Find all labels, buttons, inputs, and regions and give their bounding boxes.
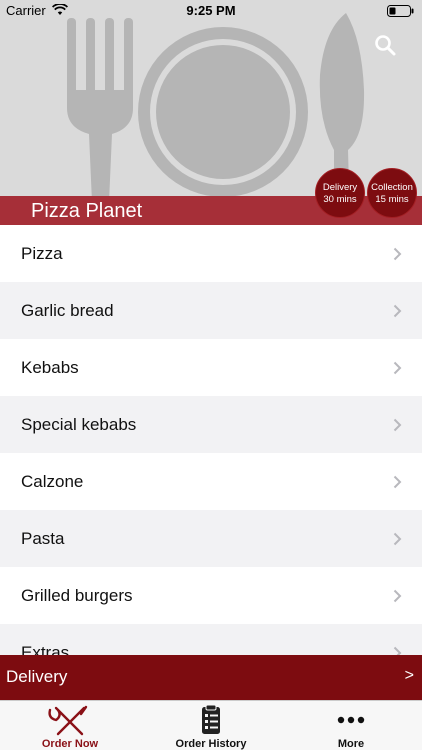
- menu-item-extras[interactable]: Extras: [0, 624, 422, 655]
- menu-item-label: Grilled burgers: [21, 586, 133, 605]
- menu-item-label: Kebabs: [21, 358, 79, 377]
- menu-item-label: Garlic bread: [21, 301, 114, 320]
- delivery-mode-bar[interactable]: Delivery >: [0, 655, 422, 700]
- chevron-right-icon: [393, 532, 402, 546]
- chevron-right-icon: [393, 361, 402, 375]
- tab-order-history[interactable]: Order History: [141, 701, 281, 750]
- delivery-badge-label: Delivery: [322, 182, 358, 193]
- clipboard-list-icon: [202, 704, 220, 734]
- delivery-badge-time: 30 mins: [323, 194, 357, 205]
- tab-bar: Order Now Order History More: [0, 700, 422, 750]
- restaurant-name: Pizza Planet: [31, 200, 143, 222]
- menu-item-label: Extras: [21, 643, 70, 655]
- menu-category-list[interactable]: Pizza Garlic bread Kebabs Special kebabs…: [0, 225, 422, 655]
- tab-more[interactable]: More: [281, 701, 421, 750]
- menu-item-calzone[interactable]: Calzone: [0, 453, 422, 510]
- status-time: 9:25 PM: [186, 3, 236, 18]
- search-icon: [375, 35, 396, 56]
- fork-illustration: [67, 18, 133, 225]
- chevron-right-icon: [393, 418, 402, 432]
- chevron-right-icon: [393, 475, 402, 489]
- fork-knife-icon: [48, 705, 88, 736]
- menu-item-label: Special kebabs: [21, 415, 137, 434]
- chevron-right-icon: [393, 304, 402, 318]
- menu-item-label: Pizza: [21, 244, 63, 263]
- menu-item-special-kebabs[interactable]: Special kebabs: [0, 396, 422, 453]
- collection-badge-label: Collection: [371, 182, 413, 193]
- search-button[interactable]: [373, 33, 397, 57]
- menu-item-grilled-burgers[interactable]: Grilled burgers: [0, 567, 422, 624]
- delivery-mode-label: Delivery: [6, 667, 68, 686]
- menu-item-garlic-bread[interactable]: Garlic bread: [0, 282, 422, 339]
- tab-order-now[interactable]: Order Now: [0, 701, 140, 750]
- menu-item-pasta[interactable]: Pasta: [0, 510, 422, 567]
- tab-order-now-label: Order Now: [41, 738, 99, 750]
- collection-time-badge: Collection 15 mins: [367, 168, 417, 218]
- menu-item-label: Calzone: [21, 472, 84, 491]
- chevron-right-icon: [393, 589, 402, 603]
- ellipsis-icon: [337, 716, 365, 724]
- status-bar: Carrier 9:25 PM: [0, 0, 422, 22]
- battery-icon: [387, 5, 414, 17]
- menu-item-pizza[interactable]: Pizza: [0, 225, 422, 282]
- delivery-arrow-icon: >: [404, 667, 414, 684]
- collection-badge-time: 15 mins: [375, 194, 409, 205]
- chevron-right-icon: [393, 646, 402, 655]
- plate-illustration: [138, 27, 308, 197]
- delivery-time-badge: Delivery 30 mins: [315, 168, 365, 218]
- tab-more-label: More: [337, 738, 365, 750]
- tab-order-history-label: Order History: [175, 738, 247, 750]
- menu-item-kebabs[interactable]: Kebabs: [0, 339, 422, 396]
- chevron-right-icon: [393, 247, 402, 261]
- menu-item-label: Pasta: [21, 529, 65, 548]
